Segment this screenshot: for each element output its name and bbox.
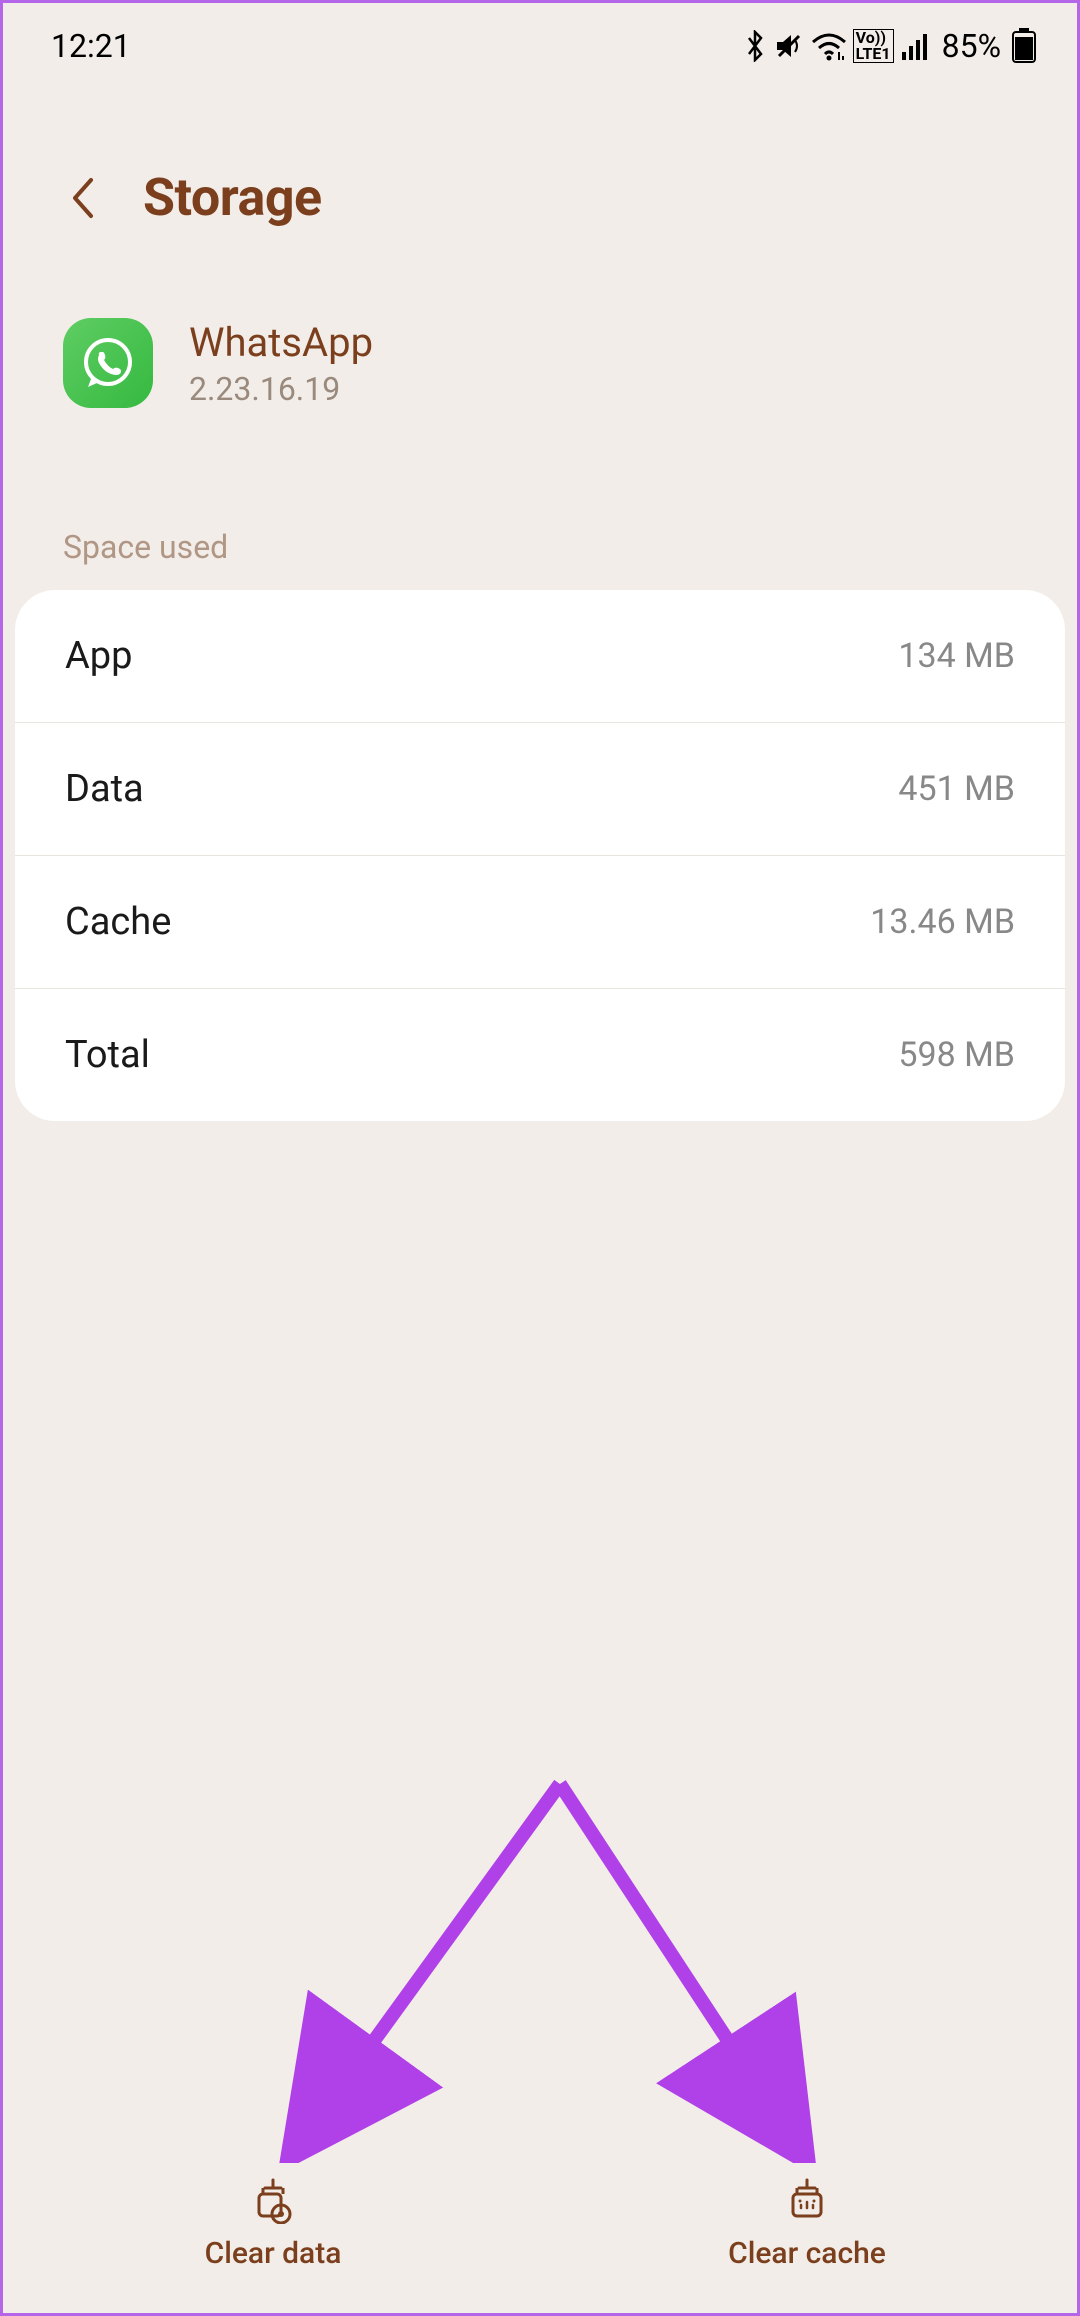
status-time: 12:21: [51, 27, 131, 65]
app-name: WhatsApp: [189, 319, 373, 366]
app-version: 2.23.16.19: [189, 370, 373, 408]
storage-card: App 134 MB Data 451 MB Cache 13.46 MB To…: [15, 590, 1065, 1121]
battery-icon: [1011, 28, 1037, 64]
back-button[interactable]: [63, 178, 103, 218]
row-label: Total: [65, 1033, 150, 1077]
clear-data-button[interactable]: Clear data: [6, 2133, 540, 2313]
wifi-icon: [811, 30, 847, 62]
space-used-label: Space used: [3, 448, 1077, 590]
row-label: Data: [65, 767, 144, 811]
annotation-arrows: [3, 1763, 1077, 2163]
app-info: WhatsApp 2.23.16.19: [3, 278, 1077, 448]
clear-cache-label: Clear cache: [728, 2236, 886, 2271]
storage-row-data[interactable]: Data 451 MB: [15, 723, 1065, 856]
row-value: 598 MB: [898, 1035, 1015, 1075]
status-bar: 12:21 Vo))LTE1 85%: [3, 3, 1077, 77]
row-label: Cache: [65, 900, 171, 944]
storage-row-cache[interactable]: Cache 13.46 MB: [15, 856, 1065, 989]
page-title: Storage: [143, 167, 322, 228]
clear-cache-icon: [783, 2176, 831, 2224]
status-icons: Vo))LTE1: [743, 29, 932, 63]
row-value: 451 MB: [898, 769, 1015, 809]
storage-row-total[interactable]: Total 598 MB: [15, 989, 1065, 1121]
mute-icon: [773, 30, 805, 62]
signal-icon: [900, 30, 932, 62]
row-value: 13.46 MB: [870, 902, 1015, 942]
clear-cache-button[interactable]: Clear cache: [540, 2133, 1074, 2313]
volte-icon: Vo))LTE1: [853, 29, 894, 63]
header: Storage: [3, 77, 1077, 278]
clear-data-label: Clear data: [205, 2236, 342, 2271]
app-details: WhatsApp 2.23.16.19: [189, 319, 373, 408]
storage-row-app[interactable]: App 134 MB: [15, 590, 1065, 723]
row-value: 134 MB: [898, 636, 1015, 676]
whatsapp-app-icon: [63, 318, 153, 408]
bottom-bar: Clear data Clear cache: [6, 2133, 1074, 2313]
row-label: App: [65, 634, 132, 678]
battery-percentage: 85%: [942, 27, 1001, 65]
clear-data-icon: [249, 2176, 297, 2224]
bluetooth-icon: [743, 30, 767, 62]
status-right: Vo))LTE1 85%: [743, 27, 1037, 65]
